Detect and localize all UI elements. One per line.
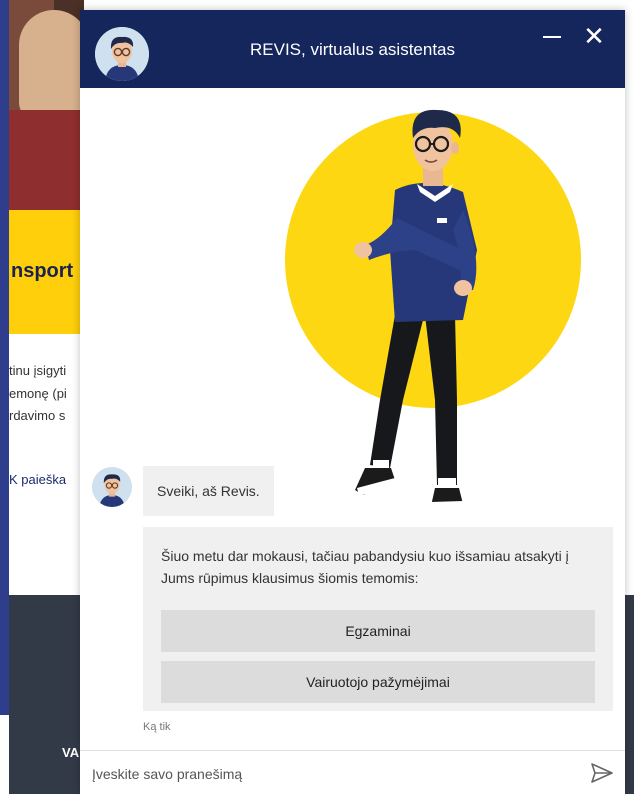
background-search-link[interactable]: K paieška — [9, 472, 84, 487]
background-text-line: emonę (pi — [9, 386, 67, 401]
background-side-strip — [0, 0, 9, 715]
chat-widget: REVIS, virtualus asistentas ✕ Sveiki, aš… — [80, 10, 625, 795]
message-input-area — [80, 750, 625, 795]
assistant-avatar — [95, 27, 149, 81]
background-text-line: rdavimo s — [9, 408, 66, 423]
option-button-egzaminai[interactable]: Egzaminai — [161, 610, 595, 652]
bot-message-intro: Šiuo metu dar mokausi, tačiau pabandysiu… — [143, 527, 613, 711]
assistant-illustration — [285, 100, 585, 510]
bot-message-greeting: Sveiki, aš Revis. — [143, 466, 274, 516]
close-icon[interactable]: ✕ — [580, 22, 608, 50]
send-icon[interactable] — [590, 762, 614, 784]
background-text-line: tinu įsigyti — [9, 363, 67, 378]
background-footer-text: VA — [62, 745, 80, 760]
minimize-icon[interactable] — [540, 24, 564, 48]
background-photo — [9, 0, 84, 210]
chat-title: REVIS, virtualus asistentas — [249, 40, 456, 59]
message-timestamp: Ką tik — [143, 721, 171, 733]
background-banner: nsport — [9, 210, 84, 334]
background-banner-text: nsport — [11, 260, 74, 282]
option-button-vairuotojo-pazymejimai[interactable]: Vairuotojo pažymėjimai — [161, 661, 595, 703]
chat-header: REVIS, virtualus asistentas ✕ — [80, 10, 625, 88]
bot-message-intro-text: Šiuo metu dar mokausi, tačiau pabandysiu… — [161, 548, 569, 586]
bot-message-avatar — [92, 467, 132, 507]
message-input[interactable] — [90, 759, 574, 789]
